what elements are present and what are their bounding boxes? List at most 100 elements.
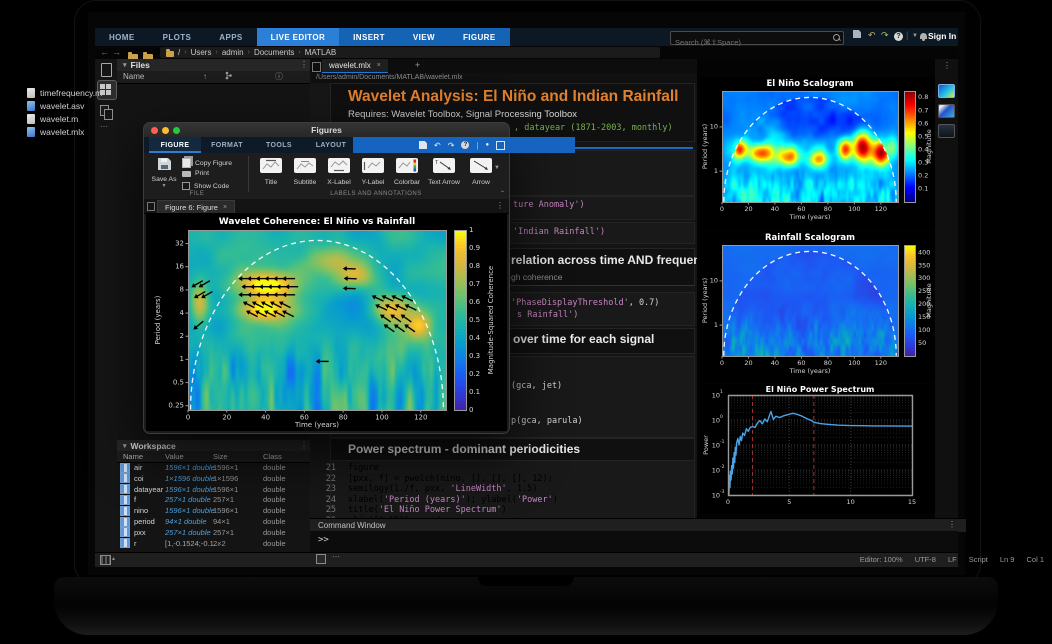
tab-apps[interactable]: APPS	[205, 28, 256, 46]
tab-live-editor[interactable]: LIVE EDITOR	[257, 28, 339, 46]
figure-tabs-menu-icon[interactable]: ⋮	[496, 201, 504, 210]
print-button[interactable]: Print	[182, 170, 209, 177]
sign-in-button[interactable]: Sign In	[928, 31, 956, 41]
search-box[interactable]	[670, 31, 844, 45]
options-icon[interactable]: ●	[485, 142, 489, 148]
save-icon[interactable]	[853, 30, 861, 40]
workspace-row[interactable]: air1596×1 double1596×1double	[117, 462, 310, 473]
annotation-ylabel-button[interactable]: Y-Label	[356, 157, 390, 186]
workspace-row[interactable]: period94×1 double94×1double	[117, 516, 310, 527]
breadcrumb-users[interactable]: Users	[191, 48, 212, 57]
show-code-checkbox[interactable]: Show Code	[182, 182, 229, 190]
minimize-window-icon[interactable]	[162, 127, 169, 134]
file-row[interactable]: wavelet.asv	[0, 99, 220, 112]
info-icon[interactable]: ⓘ	[275, 71, 283, 83]
command-window-header[interactable]: Command Window	[310, 518, 966, 532]
dock-icon[interactable]	[312, 62, 321, 72]
figure-thumbnail-3[interactable]	[938, 124, 955, 138]
annotation-xlabel-button[interactable]: X-Label	[322, 157, 356, 186]
code-line[interactable]: 25title('El Niño Power Spectrum')	[310, 505, 697, 516]
col-class[interactable]: Class	[263, 451, 282, 462]
close-tab-icon[interactable]: ×	[377, 62, 381, 69]
annotations-dropdown-icon[interactable]: ▼	[494, 165, 500, 171]
workspace-row[interactable]: nino1596×1 double1596×1double	[117, 505, 310, 516]
git-branch-icon[interactable]	[225, 71, 232, 84]
annotation-arrow-button[interactable]: Arrow	[464, 157, 498, 186]
collapse-caret-icon[interactable]: ▾	[123, 442, 127, 450]
files-panel-header[interactable]: ▾ Files	[117, 59, 316, 71]
col-name[interactable]: Name	[123, 451, 143, 462]
col-size[interactable]: Size	[213, 451, 228, 462]
redo-icon[interactable]: ↷	[448, 141, 455, 150]
workspace-row[interactable]: pxx257×1 double257×1double	[117, 527, 310, 538]
back-arrow-icon[interactable]: ←	[100, 47, 109, 57]
help-icon[interactable]: ?	[894, 30, 903, 41]
status-editor-zoom[interactable]: Editor: 100%	[860, 555, 903, 564]
status-more-icon[interactable]: ⋯	[332, 552, 341, 561]
annotation-title-button[interactable]: Title	[254, 157, 288, 186]
forward-arrow-icon[interactable]: →	[112, 47, 121, 57]
tab-home[interactable]: HOME	[95, 28, 149, 46]
command-window-menu-icon[interactable]: ⋮	[948, 520, 956, 529]
status-eol[interactable]: LF	[948, 555, 957, 564]
breadcrumb-matlab[interactable]: MATLAB	[305, 48, 336, 57]
file-row[interactable]: timefrequency.m	[0, 86, 220, 99]
breadcrumb-documents[interactable]: Documents	[254, 48, 294, 57]
chevron-down-icon[interactable]: ▼	[912, 33, 918, 39]
status-encoding[interactable]: UTF-8	[915, 555, 936, 564]
copy-figure-button[interactable]: Copy Figure	[182, 158, 232, 168]
workspace-row[interactable]: coi1×1596 double1×1596double	[117, 473, 310, 484]
workspace-panel-header[interactable]: ▾ Workspace	[117, 440, 316, 451]
workspace-row[interactable]: r[1,-0.1524;-0.1...2×2double	[117, 538, 310, 549]
code-block[interactable]: 21figure 22[pxx, f] = pwelch(nino, [], […	[310, 463, 697, 518]
redo-icon[interactable]: ↷	[881, 30, 889, 41]
ribbon-tab-layout[interactable]: LAYOUT	[305, 137, 357, 153]
save-icon[interactable]	[419, 141, 427, 149]
col-value[interactable]: Value	[165, 451, 184, 462]
notifications-bell-icon[interactable]	[920, 31, 927, 41]
figures-window-titlebar[interactable]: Figures	[144, 123, 509, 137]
files-menu-icon[interactable]: ⋮	[300, 60, 308, 69]
layout-toggle-icon[interactable]	[100, 555, 111, 565]
undo-icon[interactable]: ↶	[868, 30, 876, 41]
workspace-row[interactable]: datayear1596×1 double1596×1double	[117, 484, 310, 495]
undo-icon[interactable]: ↶	[434, 141, 441, 150]
help-icon[interactable]: ?	[461, 141, 469, 149]
new-tab-icon[interactable]: +	[415, 60, 420, 70]
close-figure-icon[interactable]: ×	[223, 204, 227, 211]
panel-restore-icon[interactable]	[316, 554, 326, 564]
chevron-up-icon[interactable]: ▴	[112, 555, 115, 562]
tab-plots[interactable]: PLOTS	[149, 28, 206, 46]
figure-tab[interactable]: Figure 6: Figure ×	[157, 200, 235, 214]
figure-thumbnail-2[interactable]	[938, 104, 955, 118]
code-line[interactable]: 23semilogy(1./f, pxx, 'LineWidth', 1.5)	[310, 484, 697, 495]
figures-window[interactable]: Figures FIGURE FORMAT TOOLS LAYOUT ↶ ↷ ?…	[143, 122, 510, 434]
files-name-column[interactable]: Name	[123, 71, 144, 83]
annotation-subtitle-button[interactable]: Subtitle	[288, 157, 322, 186]
tab-view[interactable]: VIEW	[399, 28, 449, 46]
ribbon-tab-format[interactable]: FORMAT	[201, 137, 253, 153]
zoom-window-icon[interactable]	[173, 127, 180, 134]
breadcrumb[interactable]: / › Users › admin › Documents › MATLAB	[160, 47, 660, 58]
tab-insert[interactable]: INSERT	[339, 28, 399, 46]
code-line[interactable]: 24xlabel('Period (years)'); ylabel('Powe…	[310, 495, 697, 506]
save-as-button[interactable]: Save As ▼	[150, 157, 178, 189]
annotation-colorbar-button[interactable]: Colorbar	[390, 157, 424, 186]
code-line[interactable]: 22[pxx, f] = pwelch(nino, [], [], [], 12…	[310, 474, 697, 485]
annotation-text-arrow-button[interactable]: T Text Arrow	[424, 157, 464, 186]
breadcrumb-root[interactable]: /	[178, 48, 180, 57]
workspace-menu-icon[interactable]: ⋮	[300, 441, 308, 450]
workspace-row[interactable]: f257×1 double257×1double	[117, 494, 310, 505]
figure-thumbnail-1[interactable]	[938, 84, 955, 98]
editor-panel-icon[interactable]	[101, 63, 112, 77]
pin-ribbon-icon[interactable]	[496, 141, 505, 150]
collapse-ribbon-icon[interactable]: ⌃	[500, 190, 505, 197]
sort-icon[interactable]: ↑	[203, 71, 207, 83]
status-file-type[interactable]: Script	[969, 555, 988, 564]
document-tab-wavelet[interactable]: wavelet.mlx ×	[322, 59, 388, 74]
command-prompt[interactable]: >>	[318, 535, 329, 545]
status-column[interactable]: Col 1	[1026, 555, 1044, 564]
figures-panel-menu-icon[interactable]: ⋮	[943, 61, 951, 70]
dock-figure-icon[interactable]	[147, 202, 155, 211]
tab-figure[interactable]: FIGURE	[449, 28, 510, 46]
